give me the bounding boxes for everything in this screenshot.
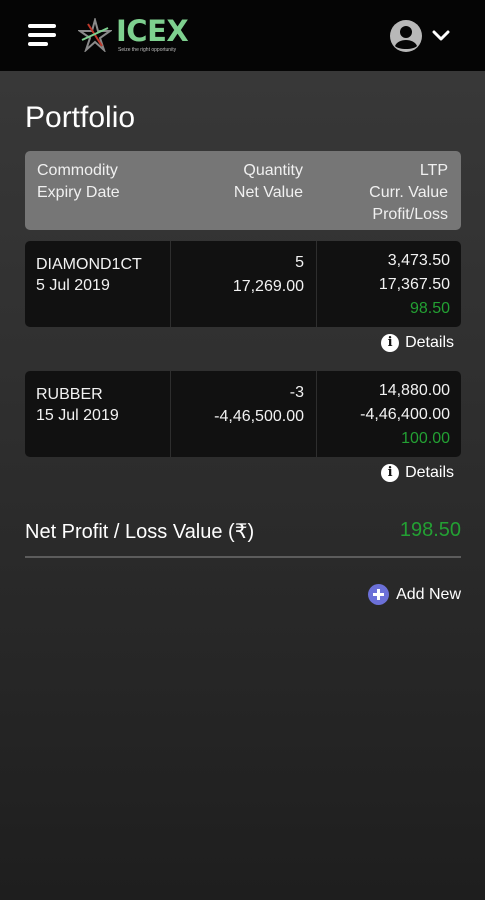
logo-tagline: Seize the right opportunity — [118, 47, 177, 53]
add-new-button[interactable]: Add New — [368, 584, 461, 605]
cell-ltp: 3,473.50 17,367.50 98.50 — [316, 241, 461, 327]
profit-loss-value: 98.50 — [409, 300, 450, 317]
details-link[interactable]: i Details — [381, 334, 454, 352]
user-avatar-icon — [390, 20, 422, 52]
info-icon: i — [381, 334, 400, 352]
star-logo-icon — [78, 18, 112, 52]
chevron-down-icon — [432, 30, 450, 41]
add-new-label: Add New — [396, 585, 461, 603]
quantity-value: -3 — [289, 384, 304, 401]
page-title: Portfolio — [25, 101, 136, 134]
portfolio-row[interactable]: RUBBER 15 Jul 2019 -3 -4,46,500.00 14,88… — [25, 371, 461, 457]
details-link[interactable]: i Details — [381, 464, 454, 482]
cell-quantity: -3 -4,46,500.00 — [170, 371, 316, 457]
header-column-quantity: Quantity Net Value — [234, 160, 303, 204]
portfolio-row[interactable]: DIAMOND1CT 5 Jul 2019 5 17,269.00 3,473.… — [25, 241, 461, 327]
net-value: 17,269.00 — [232, 278, 304, 295]
portfolio-table-header: Commodity Expiry Date Quantity Net Value… — [25, 151, 461, 230]
net-profit-loss-label: Net Profit / Loss Value (₹) — [25, 521, 255, 543]
cell-commodity: DIAMOND1CT 5 Jul 2019 — [25, 241, 169, 327]
ltp-value: 3,473.50 — [387, 252, 450, 269]
info-icon: i — [381, 464, 400, 482]
ltp-value: 14,880.00 — [378, 382, 450, 399]
net-profit-loss-value: 198.50 — [399, 519, 461, 541]
current-value: -4,46,400.00 — [360, 406, 450, 423]
header-label: LTP — [419, 162, 448, 179]
cell-quantity: 5 17,269.00 — [170, 241, 316, 327]
profit-loss-value: 100.00 — [401, 430, 450, 447]
hamburger-menu-icon[interactable] — [28, 21, 56, 49]
header-label: Curr. Value — [369, 184, 448, 201]
top-app-bar: ICEX Seize the right opportunity — [0, 0, 485, 71]
icex-logo: ICEX Seize the right opportunity — [78, 14, 208, 56]
cell-ltp: 14,880.00 -4,46,400.00 100.00 — [316, 371, 461, 457]
quantity-value: 5 — [295, 254, 304, 271]
cell-commodity: RUBBER 15 Jul 2019 — [25, 371, 169, 457]
divider — [25, 556, 461, 558]
header-column-ltp: LTP Curr. Value Profit/Loss — [369, 160, 448, 226]
user-menu[interactable] — [388, 18, 458, 54]
details-label: Details — [405, 464, 454, 481]
current-value: 17,367.50 — [378, 276, 450, 293]
header-column-commodity: Commodity Expiry Date — [37, 160, 120, 204]
header-label: Quantity — [243, 162, 303, 179]
header-label: Expiry Date — [37, 184, 120, 201]
header-label: Commodity — [37, 162, 118, 179]
logo-wordmark: ICEX — [116, 14, 189, 48]
expiry-date: 5 Jul 2019 — [36, 277, 110, 294]
net-value: -4,46,500.00 — [214, 408, 304, 425]
details-label: Details — [405, 334, 454, 351]
plus-circle-icon — [368, 584, 390, 605]
header-label: Profit/Loss — [372, 206, 448, 223]
header-label: Net Value — [233, 184, 303, 201]
expiry-date: 15 Jul 2019 — [36, 407, 119, 424]
